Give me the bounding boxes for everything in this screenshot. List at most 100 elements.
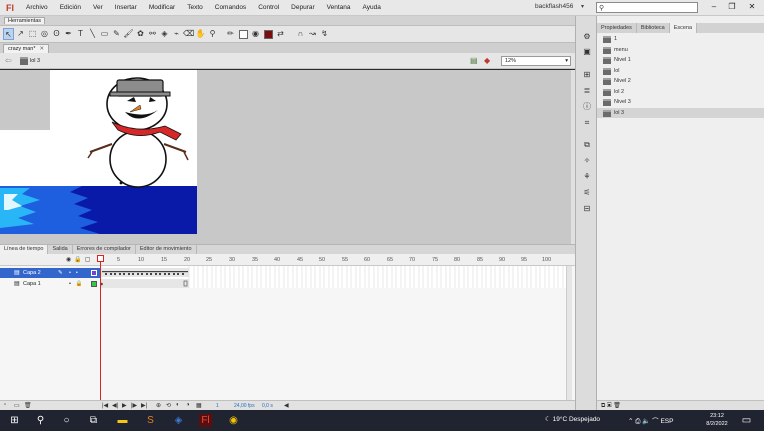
water-shape[interactable] bbox=[0, 186, 197, 234]
menu-ventana[interactable]: Ventana bbox=[321, 4, 357, 11]
scene-item-selected[interactable]: lol 3 bbox=[597, 107, 764, 118]
layer-name[interactable]: Capa 2 bbox=[23, 268, 41, 278]
info-panel-icon[interactable]: ⓘ bbox=[582, 102, 592, 112]
layer-visibility-lock-outline-icons[interactable]: ◉🔒▢ bbox=[66, 256, 93, 263]
snap-to-objects-icon[interactable]: ∩ bbox=[295, 28, 306, 40]
actions-panel-icon[interactable]: ⚟ bbox=[582, 188, 592, 198]
layer-outline-color-icon[interactable] bbox=[91, 270, 97, 276]
selection-tool-icon[interactable]: ↖ bbox=[3, 28, 14, 40]
scene-item[interactable]: Nivel 2 bbox=[597, 76, 764, 87]
step-back-icon[interactable]: ◀| bbox=[112, 402, 118, 409]
new-layer-icon[interactable]: ▫ bbox=[4, 402, 6, 408]
stage-canvas[interactable] bbox=[0, 70, 200, 240]
components-panel-icon[interactable]: ⧉ bbox=[582, 140, 592, 150]
edit-symbols-icon[interactable]: ▤ bbox=[470, 56, 478, 65]
document-tab[interactable]: crazy man* ✕ bbox=[3, 44, 50, 53]
lasso-tool-icon[interactable]: ʘ bbox=[51, 28, 62, 40]
tab-motion-editor[interactable]: Editor de movimiento bbox=[136, 245, 197, 254]
layer-row-capa-1[interactable]: ▤ Capa 1 •🔒 bbox=[0, 279, 100, 289]
free-transform-tool-icon[interactable]: ⬚ bbox=[27, 28, 38, 40]
stage-pasteboard[interactable] bbox=[0, 70, 575, 244]
tab-properties[interactable]: Propiedades bbox=[597, 23, 637, 33]
go-to-first-frame-icon[interactable]: |◀ bbox=[102, 402, 108, 409]
weather-widget[interactable]: ☾ 19°C Despejado bbox=[545, 415, 600, 423]
layer-outline-color-icon[interactable] bbox=[91, 281, 97, 287]
tab-output[interactable]: Salida bbox=[48, 245, 73, 254]
zoom-tool-icon[interactable]: ⚲ bbox=[207, 28, 218, 40]
notifications-icon[interactable]: ▭ bbox=[740, 414, 753, 427]
menu-modificar[interactable]: Modificar bbox=[143, 4, 181, 11]
language-indicator[interactable]: ESP bbox=[660, 418, 673, 425]
scene-item[interactable]: lol 2 bbox=[597, 87, 764, 98]
timeline-vertical-scrollbar[interactable] bbox=[566, 266, 572, 400]
scene-item[interactable]: menu bbox=[597, 45, 764, 56]
layer-row-capa-2[interactable]: ▤ Capa 2 ✎ •• bbox=[0, 268, 100, 278]
edit-scene-icon[interactable]: ◆ bbox=[484, 56, 490, 65]
tab-timeline[interactable]: Línea de tiempo bbox=[0, 245, 49, 254]
swatches-panel-icon[interactable]: ≣ bbox=[582, 86, 592, 96]
restore-button[interactable]: ❐ bbox=[722, 0, 742, 14]
bone-tool-icon[interactable]: ⚯ bbox=[147, 28, 158, 40]
zoom-select[interactable]: 12% ▾ bbox=[501, 56, 571, 66]
minimize-button[interactable]: – bbox=[704, 0, 724, 14]
scene-item[interactable]: Nivel 1 bbox=[597, 55, 764, 66]
account-name[interactable]: backflash456 bbox=[535, 3, 573, 10]
transform-icon[interactable]: ⌗ bbox=[582, 118, 592, 128]
playhead-line[interactable] bbox=[100, 255, 101, 400]
fill-color-swatch[interactable] bbox=[264, 29, 273, 39]
brush-tool-icon[interactable]: 🖌 bbox=[123, 28, 134, 40]
add-scene-icon[interactable]: ▣ bbox=[607, 403, 612, 409]
file-explorer-icon[interactable]: ▬ bbox=[116, 414, 129, 427]
smooth-icon[interactable]: ↝ bbox=[307, 28, 318, 40]
scene-item[interactable]: Nivel 3 bbox=[597, 97, 764, 108]
menu-archivo[interactable]: Archivo bbox=[20, 4, 54, 11]
eyedropper-tool-icon[interactable]: ⌁ bbox=[171, 28, 182, 40]
close-button[interactable]: ✕ bbox=[742, 0, 762, 14]
windows-start-icon[interactable]: ⊞ bbox=[8, 414, 21, 427]
play-icon[interactable]: ▶ bbox=[122, 402, 127, 409]
menu-control[interactable]: Control bbox=[252, 4, 285, 11]
tab-compiler-errors[interactable]: Errores de compilador bbox=[73, 245, 136, 254]
playhead-handle[interactable] bbox=[97, 255, 104, 262]
subselection-tool-icon[interactable]: ↗ bbox=[15, 28, 26, 40]
deco-tool-icon[interactable]: ✿ bbox=[135, 28, 146, 40]
tools-panel-title[interactable]: Herramientas bbox=[4, 17, 46, 24]
stroke-color-swatch[interactable] bbox=[239, 29, 248, 39]
stroke-color-icon[interactable]: ✏ bbox=[225, 28, 236, 40]
delete-scene-icon[interactable]: 🗑 bbox=[613, 403, 621, 409]
scene-item[interactable]: lol bbox=[597, 66, 764, 77]
scene-item[interactable]: 1 bbox=[597, 34, 764, 45]
menu-edicion[interactable]: Edición bbox=[54, 4, 87, 11]
animate-app-icon[interactable]: Fl bbox=[199, 414, 212, 427]
current-frame[interactable]: 1 bbox=[216, 403, 219, 409]
align-panel-icon[interactable]: ⊞ bbox=[582, 70, 592, 80]
back-arrow-icon[interactable]: ⇦ bbox=[5, 56, 12, 65]
line-tool-icon[interactable]: ╲ bbox=[87, 28, 98, 40]
go-to-last-frame-icon[interactable]: ▶| bbox=[141, 402, 147, 409]
app-icon-store[interactable]: ◈ bbox=[172, 414, 185, 427]
chrome-icon[interactable]: ◉ bbox=[227, 414, 240, 427]
pen-tool-icon[interactable]: ✒ bbox=[63, 28, 74, 40]
search-input[interactable]: ⚲ bbox=[596, 2, 698, 13]
onion-skin-icon[interactable]: ◐ bbox=[176, 402, 180, 408]
loop-icon[interactable]: ⟲ bbox=[166, 402, 171, 409]
menu-insertar[interactable]: Insertar bbox=[109, 4, 143, 11]
timeline-frames-grid[interactable] bbox=[100, 266, 566, 288]
3d-rotation-tool-icon[interactable]: ◎ bbox=[39, 28, 50, 40]
fill-color-icon[interactable]: ◉ bbox=[250, 28, 261, 40]
menu-ayuda[interactable]: Ayuda bbox=[357, 4, 387, 11]
delete-layer-icon[interactable]: 🗑 bbox=[24, 402, 32, 409]
menu-ver[interactable]: Ver bbox=[87, 4, 109, 11]
step-forward-icon[interactable]: |▶ bbox=[131, 402, 137, 409]
swap-colors-icon[interactable]: ⇄ bbox=[275, 28, 286, 40]
center-frame-icon[interactable]: ⊕ bbox=[156, 402, 161, 409]
onion-outline-icon[interactable]: ◑ bbox=[186, 402, 190, 408]
motion-presets-icon[interactable]: ✧ bbox=[582, 156, 592, 166]
eraser-tool-icon[interactable]: ⌫ bbox=[183, 28, 194, 40]
frame-rate[interactable]: 24,00 fps bbox=[234, 403, 255, 409]
new-folder-icon[interactable]: ▭ bbox=[14, 402, 20, 409]
history-panel-icon[interactable]: ⊟ bbox=[582, 204, 592, 214]
code-snippets-icon[interactable]: ⚘ bbox=[582, 172, 592, 182]
text-tool-icon[interactable]: T bbox=[75, 28, 86, 40]
color-panel-icon[interactable]: ▣ bbox=[582, 47, 592, 57]
